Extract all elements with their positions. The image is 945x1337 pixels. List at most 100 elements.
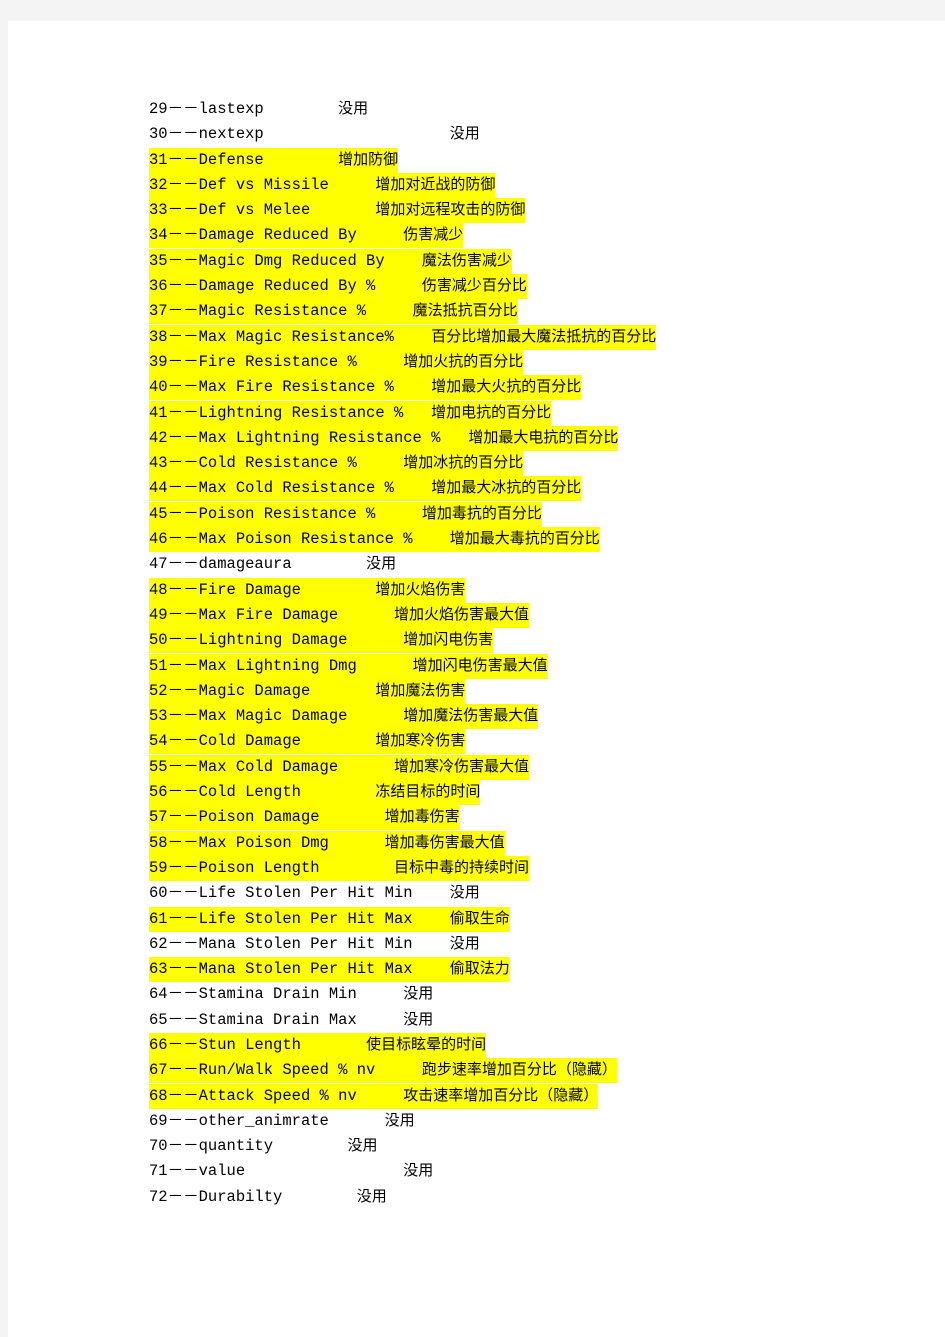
stat-name: Stun Length <box>198 1035 301 1054</box>
stat-row: 70－－quantity 没用 <box>149 1133 919 1158</box>
stat-gap <box>375 277 422 295</box>
stat-row: 36－－Damage Reduced By % 伤害减少百分比 <box>149 273 919 300</box>
stat-row-text: 35－－Magic Dmg Reduced By 魔法伤害减少 <box>149 248 512 274</box>
stat-row-text: 62－－Mana Stolen Per Hit Min 没用 <box>149 932 480 957</box>
stat-name: Max Cold Damage <box>198 757 339 776</box>
stat-name: Poison Damage <box>198 808 320 827</box>
stat-index: 60 <box>149 884 168 903</box>
stat-index: 58 <box>149 833 168 852</box>
stat-description: 没用 <box>403 984 434 1003</box>
stat-description: 增加毒抗的百分比 <box>421 503 542 522</box>
stat-separator: －－ <box>167 1110 199 1129</box>
stat-row-text: 44－－Max Cold Resistance % 增加最大冰抗的百分比 <box>149 476 582 502</box>
stat-row: 72－－Durabilty 没用 <box>149 1184 919 1209</box>
stat-row-text: 65－－Stamina Drain Max 没用 <box>149 1008 433 1033</box>
stat-gap <box>375 505 422 523</box>
stat-row: 69－－other_animrate 没用 <box>149 1108 919 1133</box>
stat-name: Life Stolen Per Hit Max <box>198 909 413 928</box>
stat-row: 48－－Fire Damage 增加火焰伤害 <box>149 577 919 603</box>
stat-row: 37－－Magic Resistance % 魔法抵抗百分比 <box>149 298 919 325</box>
stat-gap <box>385 252 422 270</box>
stat-separator: －－ <box>167 478 199 497</box>
stat-separator: －－ <box>167 402 199 421</box>
stat-description: 增加对远程攻击的防御 <box>375 200 526 219</box>
stat-index: 36 <box>149 277 168 296</box>
stat-gap <box>375 1061 422 1079</box>
stat-description: 增加寒冷伤害 <box>375 731 466 750</box>
stat-gap <box>329 176 376 194</box>
stat-description: 没用 <box>449 883 480 902</box>
stat-name: Stamina Drain Min <box>198 985 357 1004</box>
stat-separator: －－ <box>167 756 199 775</box>
stat-separator: －－ <box>167 377 199 396</box>
stat-name: Lightning Damage <box>198 631 348 650</box>
stat-gap <box>301 1036 366 1054</box>
stat-row-text: 49－－Max Fire Damage 增加火焰伤害最大值 <box>149 602 529 628</box>
stat-code-list: 29－－lastexp 没用 30－－nextexp 没用 31－－Defense … <box>149 96 919 1209</box>
stat-row: 38－－Max Magic Resistance% 百分比增加最大魔法抵抗的百分… <box>149 324 919 350</box>
stat-row-text: 42－－Max Lightning Resistance % 增加最大电抗的百分… <box>149 425 619 451</box>
stat-row-text: 45－－Poison Resistance % 增加毒抗的百分比 <box>149 501 542 527</box>
stat-gap <box>273 1137 347 1155</box>
stat-row: 34－－Damage Reduced By 伤害减少 <box>149 222 919 249</box>
stat-separator: －－ <box>167 1009 199 1028</box>
stat-row-text: 32－－Def vs Missile 增加对近战的防御 <box>149 172 496 198</box>
stat-index: 47 <box>149 555 168 574</box>
stat-description: 增加魔法伤害 <box>375 680 466 699</box>
stat-separator: －－ <box>167 453 199 472</box>
stat-row-text: 61－－Life Stolen Per Hit Max 偷取生命 <box>149 906 510 932</box>
stat-row-text: 53－－Max Magic Damage 增加魔法伤害最大值 <box>149 704 539 730</box>
stat-name: Cold Length <box>198 783 301 802</box>
stat-description: 偷取生命 <box>449 908 510 927</box>
stat-separator: －－ <box>167 604 199 623</box>
stat-separator: －－ <box>167 807 199 826</box>
stat-row: 57－－Poison Damage 增加毒伤害 <box>149 804 919 831</box>
stat-gap <box>310 201 375 219</box>
stat-name: value <box>198 1162 246 1181</box>
stat-row-text: 70－－quantity 没用 <box>149 1134 377 1159</box>
stat-index: 52 <box>149 681 168 700</box>
stat-name: Lightning Resistance % <box>198 403 404 422</box>
stat-gap <box>245 1162 403 1180</box>
stat-row: 31－－Defense 增加防御 <box>149 147 919 173</box>
stat-separator: －－ <box>167 883 199 902</box>
stat-row: 40－－Max Fire Resistance % 增加最大火抗的百分比 <box>149 374 919 401</box>
stat-row-text: 52－－Magic Damage 增加魔法伤害 <box>149 678 466 704</box>
stat-separator: －－ <box>167 174 199 193</box>
stat-gap <box>338 606 394 624</box>
stat-row-text: 30－－nextexp 没用 <box>149 122 480 147</box>
stat-row-text: 40－－Max Fire Resistance % 增加最大火抗的百分比 <box>149 375 582 401</box>
stat-row: 71－－value 没用 <box>149 1158 919 1183</box>
stat-description: 没用 <box>356 1186 387 1205</box>
stat-row-text: 39－－Fire Resistance % 增加火抗的百分比 <box>149 349 524 375</box>
stat-row-text: 63－－Mana Stolen Per Hit Max 偷取法力 <box>149 957 510 983</box>
stat-description: 偷取法力 <box>449 959 510 978</box>
stat-row-text: 47－－damageaura 没用 <box>149 552 396 577</box>
stat-name: Cold Resistance % <box>198 454 357 473</box>
stat-row: 42－－Max Lightning Resistance % 增加最大电抗的百分… <box>149 425 919 451</box>
stat-row-text: 43－－Cold Resistance % 增加冰抗的百分比 <box>149 451 524 477</box>
stat-name: lastexp <box>198 100 264 118</box>
stat-index: 54 <box>149 732 168 751</box>
stat-row-text: 51－－Max Lightning Dmg 增加闪电伤害最大值 <box>149 653 548 679</box>
stat-separator: －－ <box>167 933 199 952</box>
stat-row-text: 66－－Stun Length 使目标眩晕的时间 <box>149 1032 487 1058</box>
stat-gap <box>357 1087 404 1105</box>
stat-index: 38 <box>149 327 168 346</box>
stat-description: 增加最大毒抗的百分比 <box>449 529 600 548</box>
stat-name: Damage Reduced By <box>198 226 357 245</box>
stat-description: 增加闪电伤害最大值 <box>412 655 548 674</box>
stat-description: 增加魔法伤害最大值 <box>403 706 539 725</box>
stat-gap <box>264 125 450 143</box>
stat-index: 39 <box>149 352 168 371</box>
stat-row: 56－－Cold Length 冻结目标的时间 <box>149 779 919 806</box>
stat-separator: －－ <box>167 630 199 649</box>
stat-separator: －－ <box>167 427 199 446</box>
stat-name: Max Lightning Resistance % <box>198 428 441 447</box>
stat-name: Poison Length <box>198 858 320 877</box>
stat-name: Defense <box>198 150 264 169</box>
stat-name: Fire Damage <box>198 580 301 599</box>
stat-index: 35 <box>149 251 168 270</box>
stat-row-text: 41－－Lightning Resistance % 增加电抗的百分比 <box>149 400 552 426</box>
stat-gap <box>264 151 338 169</box>
